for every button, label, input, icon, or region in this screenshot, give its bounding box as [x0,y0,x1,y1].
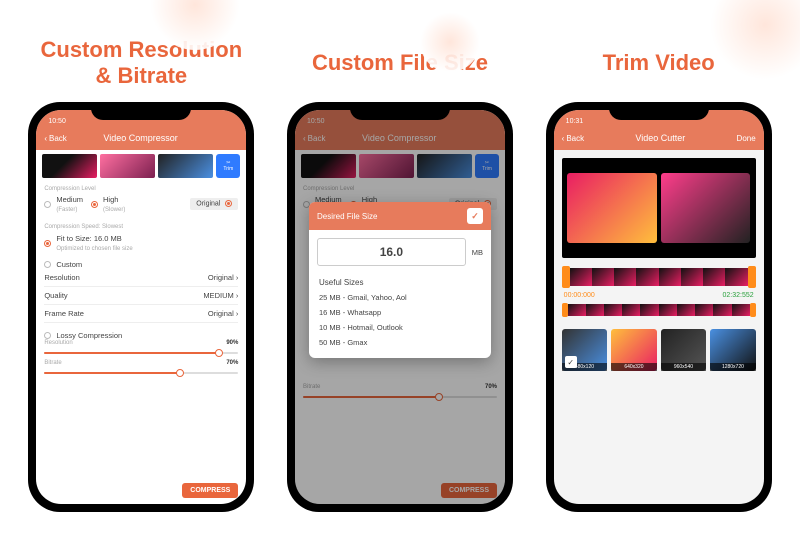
resolution-slider[interactable] [44,348,238,358]
video-thumbnails: ✂ Trim [36,150,246,182]
trim-button[interactable]: ✂ Trim [216,154,240,178]
res-option[interactable]: 640x320 [611,329,657,371]
size-unit: MB [472,248,483,257]
video-preview[interactable] [562,158,756,258]
status-bar: 10:31 [554,110,764,126]
useful-sizes-label: Useful Sizes [319,278,481,287]
custom-option[interactable]: Custom [44,260,238,269]
size-preset[interactable]: 25 MB - Gmail, Yahoo, Aol [319,290,481,305]
level-medium[interactable]: Medium(Faster) [44,195,83,213]
sheet-title: Desired File Size [317,212,377,221]
lossy-option[interactable]: Lossy Compression [44,331,238,340]
trim-handle-left[interactable] [562,266,570,288]
resolution-options: 480x120 640x320 960x540 1280x720 [554,321,764,379]
headline-3: Trim Video [603,34,715,92]
thumbnail[interactable] [100,154,155,178]
trim-start-time: 00:00:000 [564,292,595,299]
thumbnail[interactable] [158,154,213,178]
status-bar: 10:50 [36,110,246,126]
back-button[interactable]: ‹ Back [44,134,66,143]
phone-frame: 10:50 ‹ Back Video Compressor ✂Trim Comp… [287,102,513,512]
trim-strip-selected[interactable] [562,266,756,288]
size-preset[interactable]: 16 MB - Whatsapp [319,305,481,320]
screenshot-1: Custom Resolution& Bitrate 10:50 ‹ Back … [28,34,255,512]
custom-framerate-row[interactable]: Frame RateOriginal › [44,305,238,323]
size-preset[interactable]: 10 MB - Hotmail, Outlook [319,320,481,335]
custom-resolution-row[interactable]: ResolutionOriginal › [44,269,238,287]
res-option[interactable]: 960x540 [661,329,707,371]
custom-quality-row[interactable]: QualityMEDIUM › [44,287,238,305]
trim-strip-full[interactable] [562,303,756,317]
res-option[interactable]: 480x120 [562,329,608,371]
nav-bar: ‹ Back Video Cutter Done [554,126,764,150]
screenshot-3: Trim Video 10:31 ‹ Back Video Cutter Don… [545,34,772,512]
phone-frame: 10:50 ‹ Back Video Compressor ✂ Trim [28,102,254,512]
trim-end-time: 02:32:552 [723,292,754,299]
thumbnail[interactable] [42,154,97,178]
back-button[interactable]: ‹ Back [562,134,584,143]
confirm-button[interactable]: ✓ [467,208,483,224]
compress-button[interactable]: COMPRESS [182,483,238,498]
size-input[interactable]: 16.0 [317,238,466,266]
trim-handle-right[interactable] [748,266,756,288]
file-size-sheet: Desired File Size ✓ 16.0 MB Useful Sizes… [309,202,491,358]
nav-title: Video Compressor [103,133,177,143]
compression-level-label: Compression Level [44,186,238,192]
speed-label: Compression Speed: Slowest [44,224,238,230]
nav-title: Video Cutter [635,133,685,143]
bitrate-slider[interactable] [44,368,238,378]
res-option[interactable]: 1280x720 [710,329,756,371]
level-high[interactable]: High(Slower) [91,195,125,213]
fit-to-size-option[interactable]: Fit to Size: 16.0 MBOptimized to chosen … [44,234,238,252]
done-button[interactable]: Done [737,134,756,143]
screenshot-2: Custom File Size 10:50 ‹ Back Video Comp… [287,34,514,512]
nav-bar: ‹ Back Video Compressor [36,126,246,150]
size-preset[interactable]: 50 MB - Gmax [319,335,481,350]
level-original[interactable]: Original [190,198,238,209]
phone-frame: 10:31 ‹ Back Video Cutter Done 00:00:000… [546,102,772,512]
